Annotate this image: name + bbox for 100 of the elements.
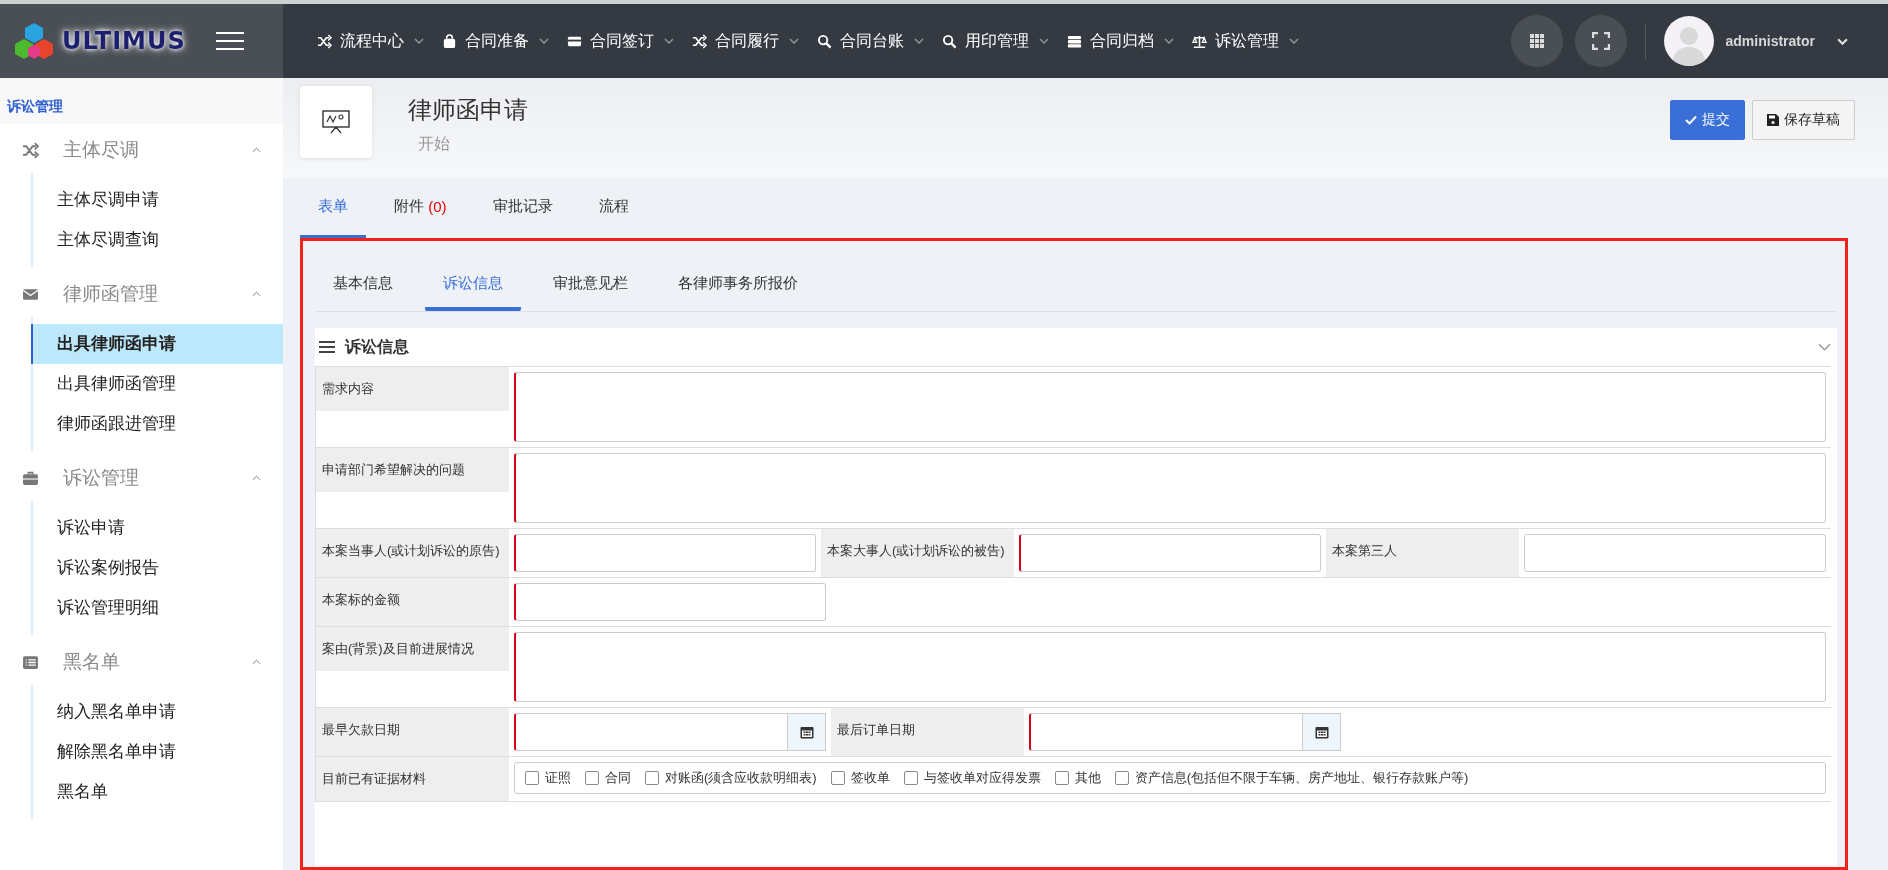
avatar-icon[interactable] — [1663, 16, 1714, 66]
field-label: 本案第三人 — [1326, 529, 1519, 577]
field-label: 最早欠款日期 — [316, 708, 509, 756]
chevron-up-icon — [252, 291, 261, 297]
field-label: 本案大事人(或计划诉讼的被告) — [821, 529, 1014, 577]
checkbox[interactable] — [1114, 771, 1129, 785]
checkbox-label: 签收单 — [850, 769, 890, 787]
tab[interactable]: 基本信息 — [315, 259, 411, 311]
save-draft-button[interactable]: 保存草稿 — [1752, 100, 1855, 140]
input-field[interactable] — [1019, 534, 1321, 572]
tab[interactable]: 流程 — [580, 178, 647, 238]
checkbox-option[interactable]: 签收单 — [830, 769, 890, 787]
checkbox[interactable] — [903, 771, 918, 785]
checkbox-option[interactable]: 其他 — [1054, 769, 1101, 787]
fullscreen-icon — [1591, 32, 1610, 50]
caret-icon — [414, 38, 424, 44]
sidebar-item[interactable]: 纳入黑名单申请 — [33, 692, 283, 732]
search-icon — [817, 33, 832, 49]
calendar-button[interactable] — [788, 713, 826, 751]
checkbox-option[interactable]: 合同 — [585, 769, 631, 787]
field-label: 申请部门希望解决的问题 — [316, 448, 509, 492]
checkbox-option[interactable]: 证照 — [525, 769, 571, 787]
tab[interactable]: 审批记录 — [474, 178, 571, 238]
sidebar-item[interactable]: 诉讼管理明细 — [33, 588, 283, 628]
sidebar-group[interactable]: 诉讼管理 — [0, 456, 283, 500]
tab[interactable]: 诉讼信息 — [425, 259, 521, 311]
checkbox-label: 证照 — [545, 769, 571, 787]
field-label: 最后订单日期 — [831, 708, 1024, 756]
field-label: 本案标的金额 — [316, 578, 509, 626]
field-label: 案由(背景)及目前进展情况 — [316, 627, 509, 671]
checkbox[interactable] — [1054, 771, 1069, 785]
checkbox[interactable] — [645, 771, 659, 785]
sidebar-group[interactable]: 主体尽调 — [0, 128, 283, 172]
chevron-up-icon — [252, 659, 261, 665]
sidebar-title: 诉讼管理 — [0, 78, 283, 124]
input-field[interactable] — [1524, 534, 1826, 572]
brand-name: ULTIMUS — [62, 27, 186, 55]
calendar-button[interactable] — [1303, 713, 1341, 751]
input-field[interactable] — [514, 534, 816, 572]
sidebar-group[interactable]: 黑名单 — [0, 640, 283, 684]
sidebar-item[interactable]: 黑名单 — [33, 772, 283, 812]
input-field[interactable] — [514, 583, 826, 621]
tab[interactable]: 各律师事务所报价 — [660, 259, 816, 311]
search-icon — [942, 33, 957, 49]
sidebar-item[interactable]: 主体尽调查询 — [33, 220, 283, 260]
cubes-logo-icon — [14, 21, 54, 61]
nav-menu-item[interactable]: 合同签订 — [565, 26, 676, 56]
shuffle-icon — [317, 33, 332, 49]
caret-icon — [1289, 38, 1299, 44]
calendar-icon — [1314, 725, 1329, 739]
shuffle-icon — [692, 33, 707, 49]
sidebar-item[interactable]: 出具律师函管理 — [33, 364, 283, 404]
chevron-up-icon — [252, 475, 261, 481]
nav-menu-item[interactable]: 合同准备 — [440, 26, 551, 56]
page-title: 律师函申请 — [408, 95, 528, 125]
calendar-icon — [799, 725, 814, 739]
field-label: 目前已有证据材料 — [316, 757, 509, 801]
section-title: 诉讼信息 — [345, 336, 409, 357]
user-menu[interactable]: administrator — [1725, 33, 1815, 49]
tab[interactable]: 附件 (0) — [376, 178, 465, 238]
sidebar-item[interactable]: 出具律师函申请 — [31, 324, 283, 364]
caret-icon — [539, 38, 549, 44]
sidebar-item[interactable]: 诉讼申请 — [33, 508, 283, 548]
caret-icon — [789, 38, 799, 44]
save-icon — [1767, 114, 1779, 126]
nav-menu-item[interactable]: 合同归档 — [1065, 26, 1176, 56]
checkbox[interactable] — [830, 771, 845, 785]
server-icon — [1067, 33, 1082, 49]
sidebar-item[interactable]: 主体尽调申请 — [33, 180, 283, 220]
briefcase-icon — [22, 469, 39, 487]
nav-menu-item[interactable]: 流程中心 — [315, 26, 426, 56]
caret-icon — [664, 38, 674, 44]
nav-menu-item[interactable]: 诉讼管理 — [1190, 26, 1301, 56]
sidebar-item[interactable]: 解除黑名单申请 — [33, 732, 283, 772]
tab[interactable]: 审批意见栏 — [535, 259, 646, 311]
checkbox-label: 合同 — [605, 769, 631, 787]
shuffle-icon — [22, 141, 39, 159]
menu-icon — [319, 340, 335, 354]
list-icon — [22, 653, 39, 671]
presentation-board-icon — [321, 109, 351, 135]
checkbox-label: 其他 — [1074, 769, 1101, 787]
sidebar-item[interactable]: 律师函跟进管理 — [33, 404, 283, 444]
nav-menu-item[interactable]: 用印管理 — [940, 26, 1051, 56]
submit-button[interactable]: 提交 — [1670, 100, 1745, 140]
menu-icon[interactable] — [215, 31, 244, 51]
caret-icon — [1164, 38, 1174, 44]
chevron-up-icon — [252, 147, 261, 153]
nav-menu-item[interactable]: 合同台账 — [815, 26, 926, 56]
checkbox[interactable] — [525, 771, 539, 785]
scale-icon — [1192, 33, 1207, 49]
tab[interactable]: 表单 — [300, 178, 366, 238]
page-subtitle: 开始 — [418, 134, 451, 154]
caret-icon — [1039, 38, 1049, 44]
sidebar-item[interactable]: 诉讼案例报告 — [33, 548, 283, 588]
caret-icon — [914, 38, 924, 44]
checkbox[interactable] — [585, 771, 599, 785]
grid-icon — [1529, 34, 1544, 48]
nav-menu-item[interactable]: 合同履行 — [690, 26, 801, 56]
check-icon — [1685, 115, 1697, 125]
field-label: 本案当事人(或计划诉讼的原告) — [316, 529, 509, 577]
